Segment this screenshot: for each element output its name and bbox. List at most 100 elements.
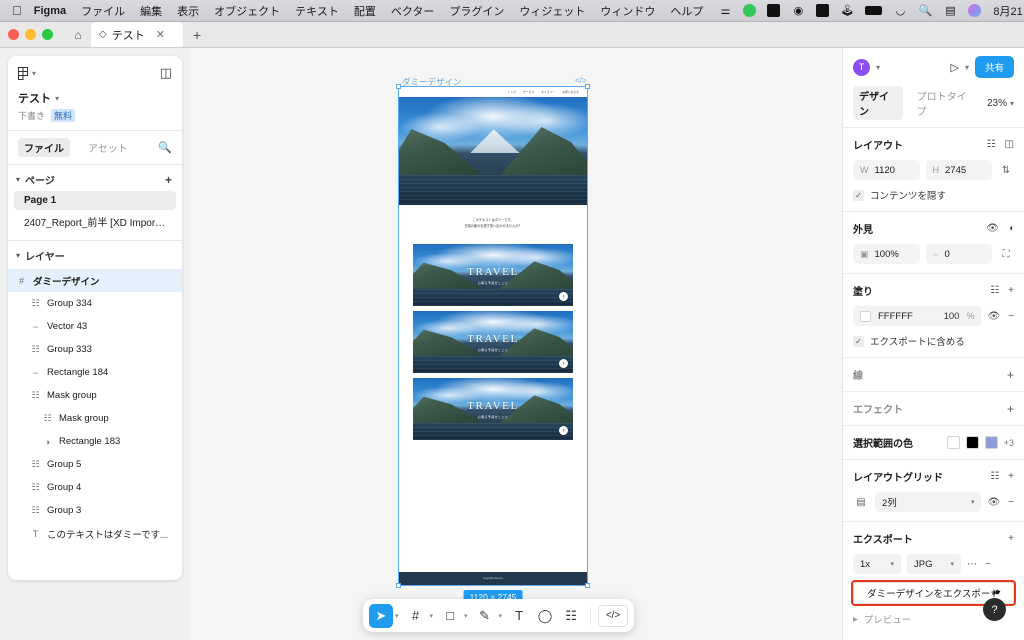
tab-assets[interactable]: アセット [82,138,134,157]
home-icon[interactable]: ⌂ [65,23,91,47]
width-field[interactable]: W 1120 [853,160,920,180]
checkbox-icon[interactable]: ✓ [853,189,864,201]
export-include-row[interactable]: ✓ エクスポートに含める [853,334,1014,348]
menu-plugins[interactable]: プラグイン [449,3,504,19]
battery-icon[interactable] [865,6,883,15]
tab-prototype[interactable]: プロトタイプ [917,88,973,118]
code-icon[interactable]: </> [598,604,629,627]
clip-content-row[interactable]: ✓ コンテンツを隠す [853,188,1014,202]
search-icon[interactable]: 🔍 [158,141,172,154]
ellipsis-icon[interactable]: ⋯ [967,559,977,570]
file-tab[interactable]: ◇ テスト ✕ [91,22,183,47]
plus-icon[interactable]: + [1008,285,1014,296]
frame-tool[interactable]: # [404,604,428,628]
eye-icon[interactable]: 👁 [987,311,1000,322]
layer-row[interactable]: − Vector 43 [8,315,182,338]
menu-object[interactable]: オブジェクト [214,3,280,19]
text-tool[interactable]: T [507,604,531,628]
chevron-down-icon[interactable]: ▾ [965,63,969,72]
resize-handle-top-left[interactable] [396,84,401,89]
layer-row[interactable]: ☷ Mask group [8,407,182,430]
plus-icon[interactable]: + [165,173,172,187]
menu-help[interactable]: ヘルプ [670,3,703,19]
plus-icon[interactable]: + [1008,533,1014,544]
layer-row[interactable]: ☷ Group 3 [8,499,182,522]
layer-row[interactable]: ☷ Group 333 [8,338,182,361]
color-swatch[interactable] [860,310,871,322]
auto-layout-icon[interactable]: ◫ [1005,139,1014,150]
zoom-control[interactable]: 23% ▾ [987,98,1014,109]
shape-tool[interactable]: □ [438,604,462,628]
checkbox-icon[interactable]: ✓ [853,335,864,347]
plus-icon[interactable]: + [1007,402,1014,416]
menu-file[interactable]: ファイル [81,3,125,19]
layer-row[interactable]: ☷ Group 5 [8,453,182,476]
export-format-dropdown[interactable]: JPG ▾ [907,554,961,574]
maximize-window-button[interactable] [42,29,53,40]
page-item-report[interactable]: 2407_Report_前半 [XD Import] (30-Ju... [14,210,176,233]
selected-frame-wrapper[interactable]: トップ サービス ギャラリー お問い合わせ このテキストはダミーです。 日頃の疲… [396,84,590,604]
more-colors-count[interactable]: +3 [1004,438,1014,448]
color-swatch[interactable] [965,436,979,449]
export-scale-dropdown[interactable]: 1x ▾ [853,554,901,574]
chevron-down-icon[interactable]: ▾ [499,612,503,620]
menu-widgets[interactable]: ウィジェット [519,3,585,19]
plus-icon[interactable]: + [193,27,201,43]
layer-row[interactable]: − Rectangle 184 [8,361,182,384]
help-button[interactable]: ? [983,598,1006,621]
color-swatch[interactable] [946,436,960,449]
menu-arrange[interactable]: 配置 [354,3,376,19]
apple-icon[interactable]:  [12,4,22,17]
plus-icon[interactable]: + [1008,471,1014,482]
share-button[interactable]: 共有 [974,56,1014,78]
layer-row[interactable]: ☷ Mask group [8,384,182,407]
fill-color-field[interactable]: FFFFFF 100 % [853,306,982,326]
align-icon[interactable]: ☷ [987,139,996,150]
close-icon[interactable]: ✕ [156,28,165,41]
minimize-window-button[interactable] [25,29,36,40]
actions-tool[interactable]: ☷ [559,604,583,628]
menu-view[interactable]: 表示 [177,3,199,19]
close-window-button[interactable] [8,29,19,40]
eye-icon[interactable]: 👁 [986,223,999,234]
chevron-down-icon[interactable]: ▾ [876,63,880,72]
layer-row[interactable]: ☷ Group 4 [8,476,182,499]
wifi-icon[interactable]: ◡ [893,4,907,18]
siri-icon[interactable] [968,4,982,17]
minus-icon[interactable]: − [1008,311,1014,322]
design-frame[interactable]: トップ サービス ギャラリー お問い合わせ このテキストはダミーです。 日頃の疲… [398,86,588,586]
pages-section-header[interactable]: ▾ ページ + [8,165,182,191]
height-field[interactable]: H 2745 [925,160,992,180]
chevron-down-icon[interactable]: ▾ [430,612,434,620]
page-item-page1[interactable]: Page 1 [14,191,176,210]
blend-mode-icon[interactable]: ◖ [1008,223,1014,234]
layer-row[interactable]: T このテキストはダミーです。 日... [8,522,182,545]
tab-design[interactable]: デザイン [853,86,903,120]
corner-radius-field[interactable]: ⌢ 0 [925,244,992,264]
play-icon[interactable]: ▷ [951,61,959,74]
minus-icon[interactable]: − [1008,497,1014,508]
dropbox-icon[interactable] [767,4,781,17]
resize-handle-bottom-right[interactable] [585,583,590,588]
line-app-icon[interactable] [743,4,757,17]
record-icon[interactable]: ◉ [791,4,805,18]
menubar-clock[interactable]: 8月21日(水) 11:12 [993,3,1024,19]
menu-window[interactable]: ウィンドウ [600,3,655,19]
file-name-row[interactable]: テスト ▾ [18,90,172,106]
comment-tool[interactable]: ◯ [533,604,557,628]
search-icon[interactable]: 🔍 [918,4,933,18]
eye-icon[interactable]: 👁 [987,497,1000,508]
independent-corners-icon[interactable]: ⛶ [998,249,1014,260]
color-swatch[interactable] [984,436,998,449]
columns-icon[interactable]: ▤ [853,497,869,508]
move-tool[interactable]: ➤ [369,603,393,628]
layer-row[interactable]: ◑ Rectangle 183 [8,430,182,453]
menu-text[interactable]: テキスト [295,3,339,19]
minus-icon[interactable]: − [985,559,991,570]
resize-handle-bottom-left[interactable] [396,583,401,588]
layers-section-header[interactable]: ▾ レイヤー [8,241,182,267]
grid-type-dropdown[interactable]: 2列 ▾ [875,492,982,512]
panel-toggle-icon[interactable]: ◫ [160,65,172,81]
plus-icon[interactable]: + [1007,368,1014,382]
app-icon[interactable] [816,4,830,17]
